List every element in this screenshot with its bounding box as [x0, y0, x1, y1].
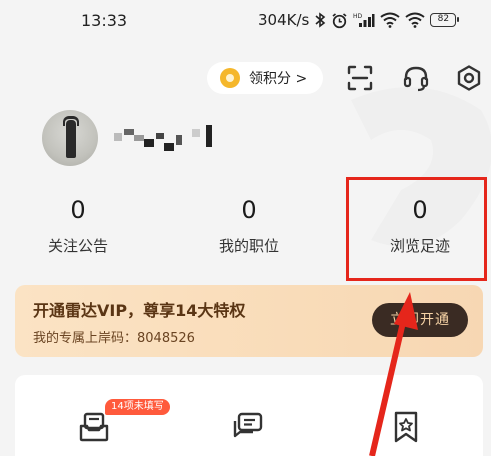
coin-icon [220, 68, 240, 88]
earn-points-button[interactable]: 领积分 > [207, 62, 323, 94]
stat-value: 0 [241, 196, 257, 224]
battery-icon: 82 [430, 13, 460, 27]
resume-tray-icon[interactable] [77, 410, 111, 444]
wifi-icon [380, 12, 400, 28]
stat-followed-announcements[interactable]: 0 关注公告 [18, 195, 138, 256]
vip-subtitle: 我的专属上岸码：8048526 [33, 331, 195, 346]
alarm-icon [332, 12, 347, 28]
settings-icon[interactable] [455, 64, 483, 92]
vip-open-button[interactable]: 立即开通 [372, 303, 468, 337]
stat-label: 关注公告 [47, 237, 108, 255]
status-time: 13:33 [81, 11, 128, 30]
stat-label: 我的职位 [218, 237, 279, 255]
bluetooth-icon [315, 12, 326, 28]
unfilled-items-badge: 14项未填写 [105, 399, 170, 415]
user-name-obscured [112, 125, 222, 157]
svg-text:HD: HD [353, 13, 363, 20]
avatar[interactable] [42, 110, 98, 166]
earn-points-label: 领积分 > [249, 71, 308, 87]
hd-signal-icon: HD [353, 13, 375, 27]
vip-title: 开通雷达VIP，尊享14大特权 [33, 301, 246, 320]
vip-banner[interactable]: 开通雷达VIP，尊享14大特权 我的专属上岸码：8048526 立即开通 [15, 285, 483, 357]
avatar-figure [66, 120, 76, 158]
status-bar: 13:33 304K/s HD 82 [0, 0, 491, 40]
highlight-annotation-box [346, 177, 487, 281]
headset-icon[interactable] [402, 64, 430, 92]
stat-value: 0 [70, 196, 86, 224]
status-indicators: 304K/s HD 82 [258, 11, 460, 29]
bookmark-star-icon[interactable] [389, 410, 423, 444]
chat-icon[interactable] [231, 410, 265, 444]
stat-my-positions[interactable]: 0 我的职位 [189, 195, 309, 256]
scan-icon[interactable] [346, 64, 374, 92]
network-speed: 304K/s [258, 11, 310, 29]
wifi-icon-secondary [405, 12, 425, 28]
